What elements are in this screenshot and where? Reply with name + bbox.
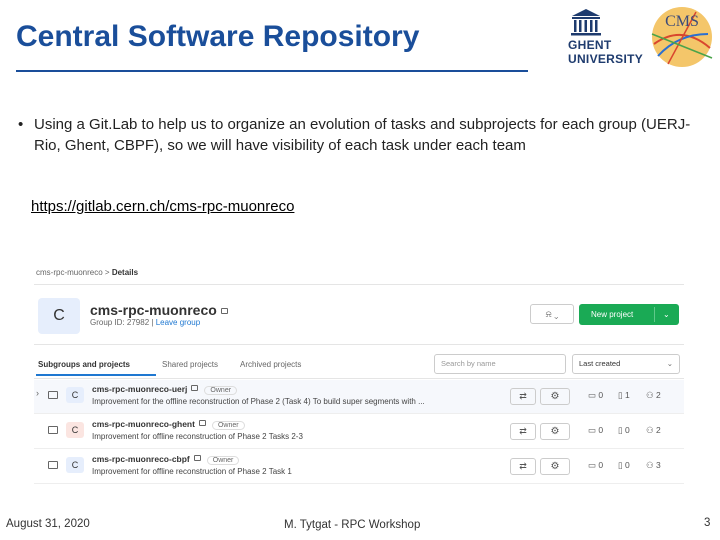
subgroup-avatar: C [66,457,84,473]
list-item[interactable]: C cms-rpc-muonreco-cbpf Owner Improvement… [34,450,684,484]
group-name-text: cms-rpc-muonreco [90,302,217,318]
project-count: ▯ 1 [618,390,630,400]
subgroup-avatar: C [66,422,84,438]
slide-title: Central Software Repository [16,20,420,53]
bullet-text: Using a Git.Lab to help us to organize a… [34,116,691,154]
tab-archived-projects[interactable]: Archived projects [240,360,301,369]
notification-button[interactable]: ⍾ ⌄ [530,304,574,324]
role-badge: Owner [211,421,245,430]
sort-dropdown[interactable]: Last created ⌄ [572,354,680,374]
breadcrumb: cms-rpc-muonreco > Details [36,268,138,277]
chevron-down-icon[interactable]: ⌄ [663,304,670,325]
bullet-item: • Using a Git.Lab to help us to organize… [18,114,708,156]
active-tab-indicator [36,374,156,376]
settings-gear-icon[interactable]: ⚙ [540,458,570,475]
tab-shared-projects[interactable]: Shared projects [162,360,218,369]
page-number: 3 [704,517,711,529]
transfer-button[interactable]: ⇄ [510,423,536,440]
cms-logo-text: CMS [665,13,699,30]
sort-label: Last created [579,359,621,368]
footer-presenter: M. Tytgat - RPC Workshop [284,519,421,531]
bell-icon: ⍾ ⌄ [545,309,559,319]
project-count: ▯ 0 [618,425,630,435]
divider [34,344,684,345]
breadcrumb-current: Details [111,268,139,277]
subgroup-avatar: C [66,387,84,403]
lock-icon [198,420,206,426]
transfer-button[interactable]: ⇄ [510,388,536,405]
expand-icon[interactable]: › [36,388,39,398]
folder-icon [48,391,58,399]
title-rule [16,70,528,72]
subgroup-name-text: cms-rpc-muonreco-uerj [92,384,188,394]
transfer-button[interactable]: ⇄ [510,458,536,475]
group-meta: Group ID: 27982 | Leave group [90,318,201,327]
folder-icon [48,426,58,434]
divider [34,378,684,379]
group-name: cms-rpc-muonreco [90,302,228,318]
role-badge: Owner [204,386,238,395]
subgroup-description: Improvement for offline reconstruction o… [92,432,303,441]
cms-logo: CMS [651,7,713,67]
member-count: ⚇ 3 [646,460,661,470]
search-input[interactable]: Search by name [434,354,566,374]
bullet-dot: • [18,116,24,133]
list-item[interactable]: › C cms-rpc-muonreco-uerj Owner Improveme… [34,380,684,414]
group-id: Group ID: 27982 [90,318,150,327]
new-project-button[interactable]: New project ⌄ [579,304,679,325]
lock-icon [193,455,201,461]
ghent-logo-line-1: GHENT [568,38,612,52]
folder-icon [48,461,58,469]
member-count: ⚇ 2 [646,425,661,435]
role-badge: Owner [206,456,240,465]
chevron-down-icon: ⌄ [666,359,673,368]
settings-gear-icon[interactable]: ⚙ [540,388,570,405]
project-count: ▯ 0 [618,460,630,470]
ghent-logo-line-2: UNIVERSITY [568,52,644,66]
button-separator [654,307,655,322]
subgroup-count: ▭ 0 [588,425,604,435]
breadcrumb-separator: > [104,268,110,277]
lock-icon [220,308,228,314]
subgroup-name[interactable]: cms-rpc-muonreco-cbpf Owner [92,454,240,465]
subgroup-count: ▭ 0 [588,460,604,470]
new-project-label: New project [591,310,634,319]
group-avatar: C [38,298,80,334]
subgroup-name-text: cms-rpc-muonreco-cbpf [92,454,190,464]
settings-gear-icon[interactable]: ⚙ [540,423,570,440]
footer-date: August 31, 2020 [6,518,90,530]
member-count: ⚇ 2 [646,390,661,400]
subgroup-name[interactable]: cms-rpc-muonreco-ghent Owner [92,419,245,430]
subgroup-description: Improvement for offline reconstruction o… [92,467,292,476]
divider [34,284,684,285]
list-item[interactable]: C cms-rpc-muonreco-ghent Owner Improvemen… [34,415,684,449]
subgroup-description: Improvement for the offline reconstructi… [92,397,425,406]
leave-group-link[interactable]: Leave group [156,318,200,327]
breadcrumb-group[interactable]: cms-rpc-muonreco [36,268,103,277]
gitlab-link[interactable]: https://gitlab.cern.ch/cms-rpc-muonreco [31,198,294,215]
subgroup-count: ▭ 0 [588,390,604,400]
lock-icon [191,385,199,391]
subgroup-name-text: cms-rpc-muonreco-ghent [92,419,195,429]
ghent-logo-text: GHENT UNIVERSITY [568,38,643,66]
subgroup-name[interactable]: cms-rpc-muonreco-uerj Owner [92,384,238,395]
gitlab-screenshot: cms-rpc-muonreco > Details C cms-rpc-muo… [34,260,684,490]
tab-subgroups-and-projects[interactable]: Subgroups and projects [38,360,130,369]
